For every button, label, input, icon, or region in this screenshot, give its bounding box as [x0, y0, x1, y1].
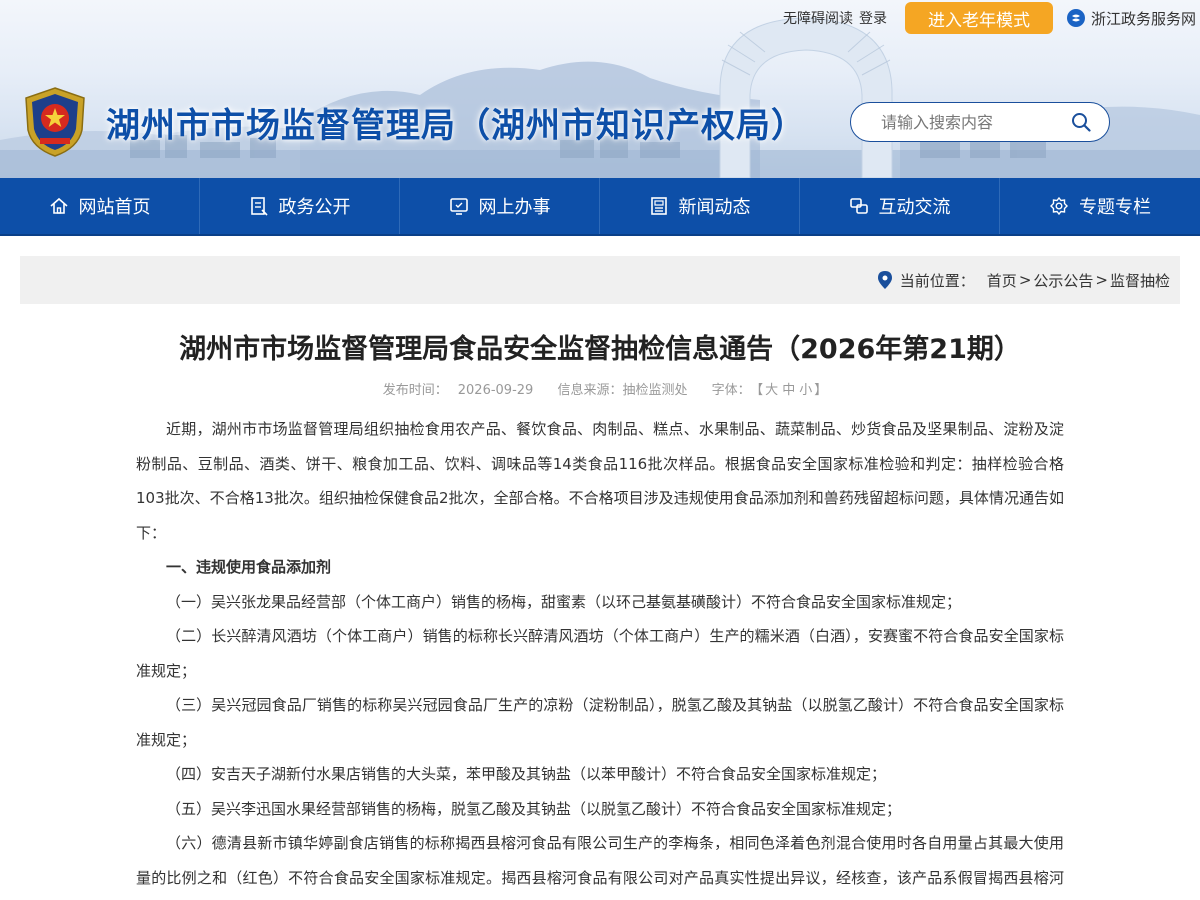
nav-item-home[interactable]: 网站首页 [0, 178, 200, 234]
source-info: 信息来源：抽检监测处 [557, 383, 687, 398]
article: 湖州市市场监督管理局食品安全监督抽检信息通告（2026年第21期） 发布时间： 2… [136, 320, 1064, 900]
article-intro: 近期，湖州市市场监督管理局组织抽检食用农产品、餐饮食品、肉制品、糕点、水果制品、… [136, 420, 1064, 542]
list-item: （六）德清县新市镇华婷副食店销售的标称揭西县榕河食品有限公司生产的李梅条，相同色… [136, 834, 1064, 887]
news-icon [649, 196, 669, 216]
zj-service-icon [1066, 9, 1085, 27]
font-bracket-close: 】 [814, 383, 828, 398]
nav-item-interaction[interactable]: 互动交流 [800, 178, 1000, 234]
publish-info: 发布时间： 2026-09-29 [373, 383, 534, 398]
font-medium-button[interactable]: 中 [782, 383, 795, 398]
breadcrumb-separator: > [1018, 271, 1032, 289]
font-large-button[interactable]: 大 [765, 383, 778, 398]
nav-item-news[interactable]: 新闻动态 [600, 178, 800, 234]
breadcrumb: 当前位置： 首页 > 公示公告 > 监督抽检 [20, 256, 1180, 304]
font-size-switcher: 字体： 【大中小】 [712, 383, 828, 398]
nav-item-label: 专题专栏 [1079, 197, 1151, 218]
breadcrumb-label: 当前位置： [899, 271, 975, 290]
nav-item-label: 网站首页 [78, 197, 151, 218]
nav-item-label: 政务公开 [278, 197, 351, 218]
search-input[interactable] [881, 112, 1061, 132]
font-bracket-open: 【 [756, 383, 764, 398]
zj-service-link[interactable]: 浙江政务服务网 [1066, 8, 1196, 29]
list-item: （五）吴兴李迅国水果经营部销售的杨梅，脱氢乙酸及其钠盐（以脱氢乙酸计）不符合食品… [166, 799, 902, 818]
breadcrumb-separator: > [1095, 271, 1108, 289]
breadcrumb-inspection[interactable]: 监督抽检 [1110, 270, 1170, 291]
search-bar [850, 102, 1110, 142]
nav-item-online-service[interactable]: 网上办事 [400, 178, 600, 234]
article-meta: 发布时间： 2026-09-29 信息来源：抽检监测处 字体： 【大中小】 [136, 380, 1064, 402]
breadcrumb-home[interactable]: 首页 [987, 270, 1017, 291]
nav-item-gov-affairs[interactable]: 政务公开 [200, 178, 400, 234]
nav-item-label: 网上办事 [478, 197, 551, 218]
nav-item-label: 互动交流 [878, 197, 951, 218]
article-title: 湖州市市场监督管理局食品安全监督抽检信息通告（2026年第21期） [179, 334, 1021, 365]
home-icon [49, 196, 69, 216]
source-value: 抽检监测处 [622, 383, 688, 398]
police-emblem-logo [25, 87, 85, 157]
doc-icon [249, 196, 269, 216]
screen-icon [449, 196, 469, 216]
section-heading: 一、违规使用食品添加剂 [166, 558, 332, 576]
accessibility-link[interactable]: 无障碍阅读 [783, 8, 853, 28]
list-item: （四）安吉天子湖新付水果店销售的大头菜，苯甲酸及其钠盐（以苯甲酸计）不符合食品安… [166, 765, 887, 783]
gear-icon [1049, 196, 1069, 216]
top-utility-bar: 无障碍阅读 登录 进入老年模式 浙江政务服务网 [783, 0, 1200, 36]
list-item: （二）长兴醉清风酒坊（个体工商户）销售的标称长兴醉清风酒坊（个体工商户）生产的糯… [136, 627, 1064, 680]
list-item: （三）吴兴冠园食品厂销售的标称吴兴冠园食品厂生产的凉粉（淀粉制品），脱氢乙酸及其… [136, 696, 1064, 749]
nav-item-label: 新闻动态 [678, 197, 751, 218]
zj-service-label: 浙江政务服务网 [1090, 9, 1196, 28]
chat-icon [849, 196, 869, 216]
font-size-label: 字体： [711, 383, 751, 398]
list-item: （一）吴兴张龙果品经营部（个体工商户）销售的杨梅，甜蜜素（以环己基氨基磺酸计）不… [166, 592, 962, 611]
source-label: 信息来源： [557, 383, 623, 398]
site-title: 湖州市市场监督管理局（湖州市知识产权局） [106, 106, 806, 146]
elder-mode-button[interactable]: 进入老年模式 [904, 2, 1053, 34]
publish-date: 2026-09-29 [457, 383, 534, 398]
login-link[interactable]: 登录 [859, 8, 887, 28]
header-banner: 无障碍阅读 登录 进入老年模式 浙江政务服务网 湖州市市场监督管理局（湖州市知识… [0, 0, 1200, 178]
article-body: 近期，湖州市市场监督管理局组织抽检食用农产品、餐饮食品、肉制品、糕点、水果制品、… [136, 412, 1064, 900]
location-pin-icon [877, 271, 892, 289]
breadcrumb-notices[interactable]: 公示公告 [1033, 270, 1093, 291]
nav-item-special-topics[interactable]: 专题专栏 [1000, 178, 1200, 234]
main-nav: 网站首页 政务公开 网上办事 新闻动态 互动交流 专题专栏 [0, 178, 1200, 236]
search-icon[interactable] [1071, 112, 1091, 132]
font-small-button[interactable]: 小 [799, 383, 812, 398]
publish-label: 发布时间： [382, 383, 448, 398]
